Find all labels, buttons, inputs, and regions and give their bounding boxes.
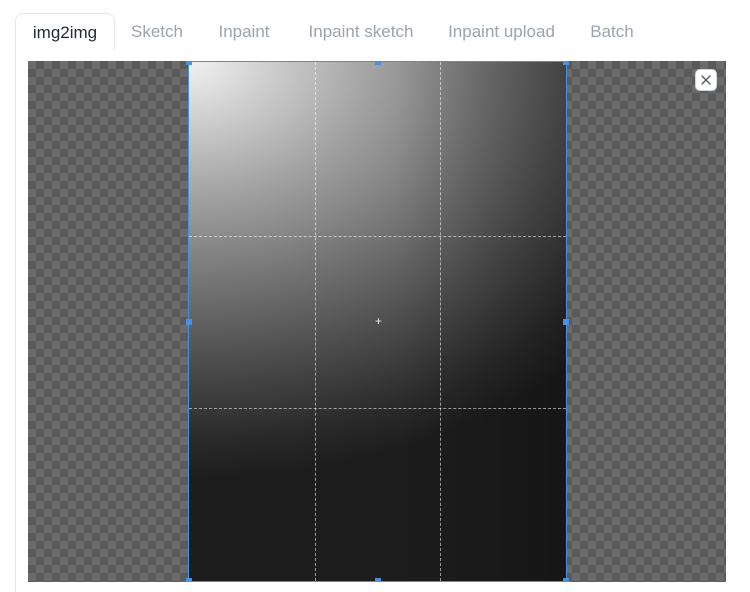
crop-handle-top[interactable] bbox=[375, 61, 381, 65]
close-icon bbox=[701, 75, 711, 85]
crop-handle-top-right[interactable] bbox=[563, 61, 569, 65]
crop-handle-left[interactable] bbox=[186, 319, 192, 325]
crosshair-icon: + bbox=[374, 314, 382, 328]
tab-inpaint[interactable]: Inpaint bbox=[212, 13, 276, 49]
tab-inpaint-sketch[interactable]: Inpaint sketch bbox=[303, 13, 419, 49]
crop-box[interactable]: + bbox=[186, 61, 569, 582]
tab-batch[interactable]: Batch bbox=[585, 13, 639, 49]
crop-handle-bottom-left[interactable] bbox=[186, 578, 192, 582]
grid-guide-vertical bbox=[315, 62, 316, 581]
crop-handle-bottom[interactable] bbox=[375, 578, 381, 582]
tab-img2img[interactable]: img2img bbox=[15, 13, 115, 50]
grid-guide-horizontal bbox=[189, 408, 566, 409]
crop-handle-top-left[interactable] bbox=[186, 61, 192, 65]
crop-handle-bottom-right[interactable] bbox=[563, 578, 569, 582]
tab-bar: img2img Sketch Inpaint Inpaint sketch In… bbox=[15, 13, 750, 50]
crop-handle-right[interactable] bbox=[563, 319, 569, 325]
grid-guide-vertical bbox=[440, 62, 441, 581]
tab-sketch[interactable]: Sketch bbox=[127, 13, 187, 49]
image-canvas[interactable]: + bbox=[28, 61, 726, 582]
tab-inpaint-upload[interactable]: Inpaint upload bbox=[443, 13, 560, 49]
grid-guide-horizontal bbox=[189, 236, 566, 237]
close-button[interactable] bbox=[696, 70, 716, 90]
